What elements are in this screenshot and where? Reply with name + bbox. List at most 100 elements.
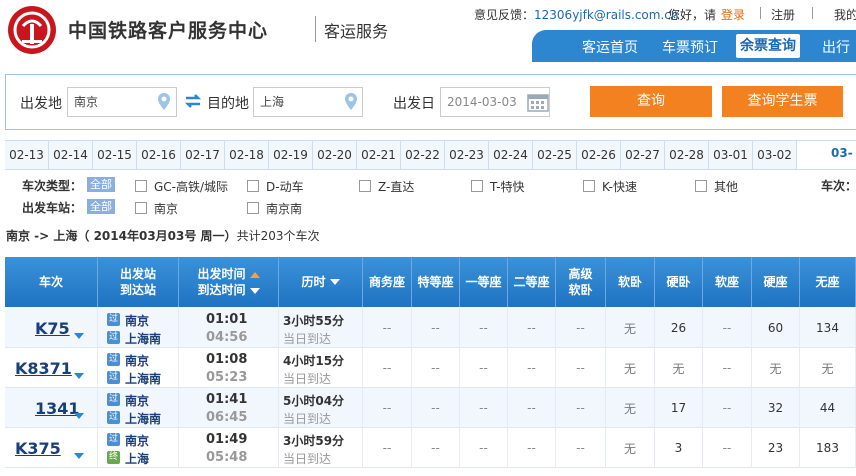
date-tab[interactable]: 02-18 xyxy=(225,141,269,169)
nav-home[interactable]: 客运首页 xyxy=(582,37,638,57)
to-station: 上海 xyxy=(125,452,150,466)
date-tab[interactable]: 02-23 xyxy=(445,141,489,169)
location-pin-icon[interactable] xyxy=(156,92,172,112)
nav-remaining-tickets[interactable]: 余票查询 xyxy=(736,34,800,58)
col-duration[interactable]: 历时 xyxy=(279,257,363,307)
date-tab[interactable]: 02-28 xyxy=(665,141,709,169)
login-link[interactable]: 登录 xyxy=(721,6,745,23)
checkbox-k[interactable] xyxy=(583,180,595,192)
seat-count: 无 xyxy=(655,348,703,388)
col-arr-time[interactable]: 到达时间 xyxy=(197,283,245,297)
date-tab[interactable]: 02-15 xyxy=(93,141,137,169)
date-tab[interactable]: 02-27 xyxy=(621,141,665,169)
feedback-label: 意见反馈： xyxy=(474,8,535,22)
divider xyxy=(812,7,813,19)
sort-desc-icon[interactable] xyxy=(249,287,260,294)
date-tab[interactable]: 02-22 xyxy=(401,141,445,169)
seat-count: -- xyxy=(412,388,460,428)
seat-count: 44 xyxy=(800,388,856,428)
seat-count: -- xyxy=(363,308,412,348)
nav-booking[interactable]: 车票预订 xyxy=(662,37,718,57)
checkbox-z[interactable] xyxy=(359,180,371,192)
table-row: K75 过南京过上海南 01:01 04:56 3小时55分 当日到达 -- -- -- -- --… xyxy=(5,308,856,348)
date-tab[interactable]: 02-19 xyxy=(269,141,313,169)
to-station: 上海南 xyxy=(125,372,162,386)
train-code-link[interactable]: K375 xyxy=(15,439,61,458)
train-type-label: 车次类型： xyxy=(22,179,83,193)
seat-count: -- xyxy=(508,348,556,388)
date-tab[interactable]: 02-16 xyxy=(137,141,181,169)
seat-count: 无 xyxy=(606,348,655,388)
train-code-link[interactable]: K8371 xyxy=(15,359,72,378)
table-row: K8371 过南京过上海南 01:08 05:23 4小时15分 当日到达 -- -- -- --… xyxy=(5,348,856,388)
col-seat: 软卧 xyxy=(606,257,655,307)
date-tab[interactable]: 02-25 xyxy=(533,141,577,169)
seat-count: 32 xyxy=(752,388,800,428)
date-tab[interactable]: 02-26 xyxy=(577,141,621,169)
seat-count: -- xyxy=(703,388,752,428)
my-account-link[interactable]: 我的 xyxy=(834,6,856,23)
col-train[interactable]: 车次 xyxy=(5,257,98,307)
expand-stops-icon[interactable] xyxy=(74,373,84,379)
sort-desc-icon[interactable] xyxy=(329,279,340,285)
pass-tag-icon: 过 xyxy=(107,393,120,406)
seat-count: -- xyxy=(363,388,412,428)
brand-title: 中国铁路客户服务中心 xyxy=(68,20,269,42)
train-type-all-button[interactable]: 全部 xyxy=(87,177,115,192)
date-tab[interactable]: 02-17 xyxy=(181,141,225,169)
seat-count: -- xyxy=(412,428,460,468)
checkbox-nanjingnan[interactable] xyxy=(247,202,259,214)
nav-travel[interactable]: 出行 xyxy=(822,37,850,57)
expand-stops-icon[interactable] xyxy=(74,413,84,419)
arrival-time: 04:56 xyxy=(206,330,248,345)
arrive-day: 当日到达 xyxy=(283,372,332,386)
query-button[interactable]: 查询 xyxy=(590,86,712,117)
pass-tag-icon: 过 xyxy=(107,433,120,446)
checkbox-nanjing[interactable] xyxy=(135,202,147,214)
query-student-button[interactable]: 查询学生票 xyxy=(722,86,843,117)
date-tab[interactable]: 02-21 xyxy=(357,141,401,169)
col-station: 出发站 到达站 xyxy=(98,257,179,307)
checkbox-gc[interactable] xyxy=(135,180,147,192)
expand-stops-icon[interactable] xyxy=(74,453,84,459)
location-pin-icon[interactable] xyxy=(343,92,359,112)
main-nav: 客运首页 车票预订 余票查询 出行 xyxy=(532,30,856,62)
col-seat: 硬座 xyxy=(752,257,800,307)
date-tab[interactable]: 02-20 xyxy=(313,141,357,169)
date-tab[interactable]: 02-13 xyxy=(5,141,49,169)
departure-time: 01:49 xyxy=(206,432,248,447)
checkbox-d[interactable] xyxy=(247,180,259,192)
date-tab[interactable]: 02-14 xyxy=(49,141,93,169)
pass-tag-icon: 过 xyxy=(107,411,120,424)
swap-icon[interactable] xyxy=(184,92,202,110)
date-tab[interactable]: 03-02 xyxy=(753,141,797,169)
register-link[interactable]: 注册 xyxy=(771,6,795,23)
col-dep-time[interactable]: 出发时间 xyxy=(197,267,245,281)
checkbox-other[interactable] xyxy=(695,180,707,192)
seat-count: -- xyxy=(556,388,606,428)
expand-stops-icon[interactable] xyxy=(74,333,84,339)
train-code-link[interactable]: 1341 xyxy=(35,399,80,418)
from-label: 出发地 xyxy=(20,96,62,112)
date-tabs: 02-13 02-14 02-15 02-16 02-17 02-18 02-19 02-20… xyxy=(5,140,856,170)
station-all-button[interactable]: 全部 xyxy=(87,199,115,214)
seat-count: 183 xyxy=(800,428,856,468)
date-tab-current[interactable]: 03- xyxy=(831,146,853,160)
sort-asc-icon[interactable] xyxy=(249,271,260,278)
train-code-link[interactable]: K75 xyxy=(35,319,70,338)
checkbox-t[interactable] xyxy=(471,180,483,192)
date-tab[interactable]: 03-01 xyxy=(709,141,753,169)
calendar-icon[interactable] xyxy=(527,92,549,112)
brand-divider xyxy=(315,16,316,42)
filter-label-k: K-快速 xyxy=(602,180,637,194)
seat-count: 134 xyxy=(800,308,856,348)
col-station-from: 出发站 xyxy=(119,267,156,281)
station-label-nanjing: 南京 xyxy=(154,202,179,216)
table-row: K375 过南京终上海 01:49 05:48 3小时59分 当日到达 -- -- -- -- --… xyxy=(5,428,856,468)
feedback-email-link[interactable]: 12306yjfk@rails.com.cn xyxy=(534,8,678,22)
col-seat: 硬卧 xyxy=(655,257,703,307)
filter-label-other: 其他 xyxy=(714,180,739,194)
date-tab[interactable]: 02-24 xyxy=(489,141,533,169)
to-station: 上海南 xyxy=(125,412,162,426)
terminal-tag-icon: 终 xyxy=(107,451,120,464)
